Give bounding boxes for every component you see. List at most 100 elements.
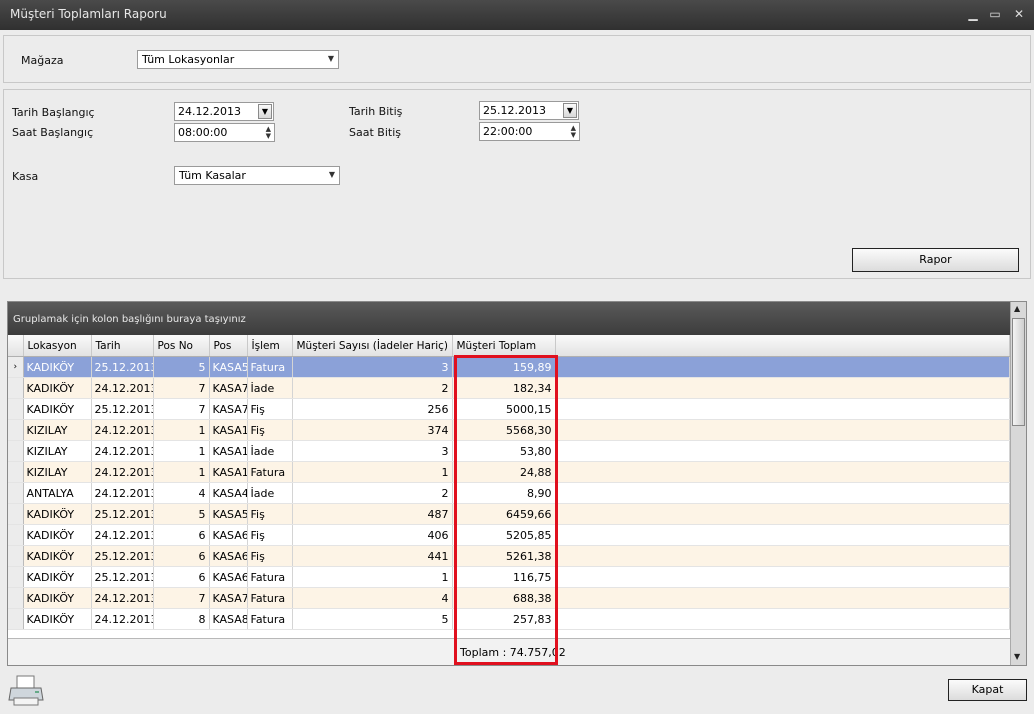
table-cell[interactable]: KADIKÖY <box>23 377 92 399</box>
table-cell[interactable]: İade <box>247 482 293 504</box>
table-cell[interactable]: 24.12.2013 <box>91 440 154 462</box>
row-indicator[interactable]: › <box>8 356 24 378</box>
spin-down-icon[interactable]: ▼ <box>266 133 271 140</box>
table-cell[interactable]: Fiş <box>247 398 293 420</box>
register-select[interactable]: Tüm Kasalar ▼ <box>174 166 340 185</box>
row-indicator[interactable] <box>8 419 24 441</box>
table-cell[interactable]: 1 <box>292 461 453 483</box>
row-indicator[interactable] <box>8 461 24 483</box>
table-row[interactable]: ANTALYA 24.12.2013 4 KASA4 İade 2 8,90 <box>8 482 1010 504</box>
table-cell[interactable]: KASA7 <box>209 377 248 399</box>
table-cell[interactable]: 53,80 <box>452 440 556 462</box>
table-cell[interactable]: KADIKÖY <box>23 545 92 567</box>
close-button[interactable]: Kapat <box>948 679 1027 701</box>
table-cell[interactable]: 5568,30 <box>452 419 556 441</box>
table-cell[interactable]: 24.12.2013 <box>91 461 154 483</box>
table-cell[interactable]: 24,88 <box>452 461 556 483</box>
column-header[interactable]: İşlem <box>247 335 293 357</box>
spin-down-icon[interactable]: ▼ <box>571 132 576 139</box>
end-time-field[interactable]: 22:00:00 ▲ ▼ <box>479 122 580 141</box>
table-cell[interactable]: 256 <box>292 398 453 420</box>
row-indicator[interactable] <box>8 377 24 399</box>
row-indicator[interactable] <box>8 587 24 609</box>
table-cell[interactable]: Fiş <box>247 545 293 567</box>
table-row[interactable]: KADIKÖY 25.12.2013 5 KASA5 Fiş 487 6459,66 <box>8 503 1010 525</box>
table-row[interactable]: KADIKÖY 24.12.2013 8 KASA8 Fatura 5 257,83 <box>8 608 1010 630</box>
table-cell[interactable]: 3 <box>292 356 453 378</box>
table-cell[interactable]: KASA4 <box>209 482 248 504</box>
table-cell[interactable]: KADIKÖY <box>23 503 92 525</box>
table-cell[interactable]: Fatura <box>247 461 293 483</box>
table-row[interactable]: KIZILAY 24.12.2013 1 KASA1 İade 3 53,80 <box>8 440 1010 462</box>
table-cell[interactable]: 116,75 <box>452 566 556 588</box>
table-row[interactable]: KIZILAY 24.12.2013 1 KASA1 Fatura 1 24,88 <box>8 461 1010 483</box>
row-indicator[interactable] <box>8 566 24 588</box>
table-cell[interactable]: KADIKÖY <box>23 608 92 630</box>
table-cell[interactable]: KASA1 <box>209 419 248 441</box>
table-cell[interactable]: KASA5 <box>209 503 248 525</box>
table-cell[interactable]: Fatura <box>247 608 293 630</box>
table-cell[interactable]: Fiş <box>247 524 293 546</box>
table-cell[interactable]: 7 <box>153 398 210 420</box>
report-button[interactable]: Rapor <box>852 248 1019 272</box>
table-cell[interactable]: 8 <box>153 608 210 630</box>
table-cell[interactable]: KASA1 <box>209 461 248 483</box>
table-row[interactable]: KADIKÖY 24.12.2013 6 KASA6 Fiş 406 5205,85 <box>8 524 1010 546</box>
table-cell[interactable]: Fatura <box>247 356 293 378</box>
table-cell[interactable]: 441 <box>292 545 453 567</box>
table-cell[interactable]: 25.12.2013 <box>91 503 154 525</box>
table-cell[interactable]: 5 <box>153 356 210 378</box>
scroll-up-icon[interactable]: ▲ <box>1014 304 1020 313</box>
table-cell[interactable]: KADIKÖY <box>23 524 92 546</box>
table-cell[interactable]: 25.12.2013 <box>91 566 154 588</box>
table-cell[interactable]: 8,90 <box>452 482 556 504</box>
table-row[interactable]: KADIKÖY 24.12.2013 7 KASA7 İade 2 182,34 <box>8 377 1010 399</box>
table-cell[interactable]: 1 <box>153 419 210 441</box>
maximize-icon[interactable]: ▭ <box>986 6 1004 22</box>
table-cell[interactable]: KIZILAY <box>23 419 92 441</box>
group-panel[interactable]: Gruplamak için kolon başlığını buraya ta… <box>8 302 1010 335</box>
table-cell[interactable]: KASA7 <box>209 587 248 609</box>
table-cell[interactable]: 159,89 <box>452 356 556 378</box>
table-row[interactable]: KIZILAY 24.12.2013 1 KASA1 Fiş 374 5568,30 <box>8 419 1010 441</box>
table-cell[interactable]: KASA1 <box>209 440 248 462</box>
table-cell[interactable]: 24.12.2013 <box>91 608 154 630</box>
row-indicator[interactable] <box>8 608 24 630</box>
row-indicator[interactable] <box>8 524 24 546</box>
table-cell[interactable]: 4 <box>292 587 453 609</box>
table-cell[interactable]: 5000,15 <box>452 398 556 420</box>
table-cell[interactable]: 25.12.2013 <box>91 398 154 420</box>
column-header[interactable]: Tarih <box>91 335 154 357</box>
column-header[interactable]: Pos No <box>153 335 210 357</box>
table-cell[interactable]: KADIKÖY <box>23 566 92 588</box>
table-cell[interactable]: 5 <box>153 503 210 525</box>
table-row[interactable]: KADIKÖY 25.12.2013 6 KASA6 Fiş 441 5261,38 <box>8 545 1010 567</box>
table-cell[interactable]: 688,38 <box>452 587 556 609</box>
table-cell[interactable]: Fiş <box>247 503 293 525</box>
table-cell[interactable]: 1 <box>292 566 453 588</box>
table-row[interactable]: › KADIKÖY 25.12.2013 5 KASA5 Fatura 3 159,89 <box>8 356 1010 378</box>
chevron-down-icon[interactable]: ▼ <box>563 103 577 118</box>
table-row[interactable]: KADIKÖY 25.12.2013 6 KASA6 Fatura 1 116,75 <box>8 566 1010 588</box>
table-cell[interactable]: 182,34 <box>452 377 556 399</box>
start-date-field[interactable]: 24.12.2013 ▼ <box>174 102 274 121</box>
end-date-field[interactable]: 25.12.2013 ▼ <box>479 101 579 120</box>
table-cell[interactable]: KIZILAY <box>23 461 92 483</box>
table-cell[interactable]: KASA6 <box>209 524 248 546</box>
table-cell[interactable]: KADIKÖY <box>23 398 92 420</box>
row-indicator[interactable] <box>8 440 24 462</box>
table-cell[interactable]: KASA6 <box>209 545 248 567</box>
table-cell[interactable]: Fatura <box>247 566 293 588</box>
row-indicator[interactable] <box>8 398 24 420</box>
table-cell[interactable]: 24.12.2013 <box>91 524 154 546</box>
close-icon[interactable]: ✕ <box>1010 6 1028 22</box>
table-cell[interactable]: 6 <box>153 545 210 567</box>
table-cell[interactable]: 6 <box>153 524 210 546</box>
table-cell[interactable]: 406 <box>292 524 453 546</box>
table-cell[interactable]: Fatura <box>247 587 293 609</box>
column-header[interactable]: Müşteri Sayısı (İadeler Hariç) <box>292 335 453 357</box>
table-cell[interactable]: 1 <box>153 461 210 483</box>
table-cell[interactable]: 6 <box>153 566 210 588</box>
column-header[interactable]: Müşteri Toplam <box>452 335 556 357</box>
table-cell[interactable]: KADIKÖY <box>23 587 92 609</box>
